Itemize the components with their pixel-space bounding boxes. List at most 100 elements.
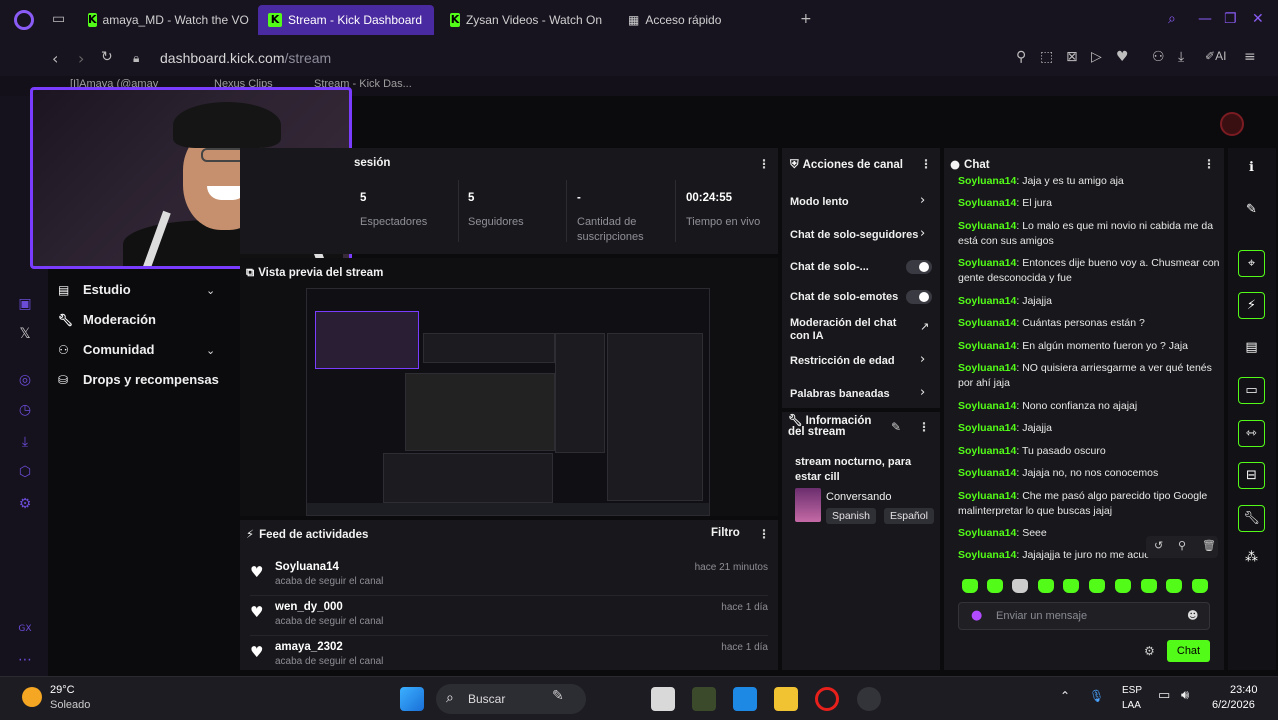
kebab-menu-icon[interactable]: ⋮ — [918, 420, 930, 434]
wrench-icon[interactable]: 🔧︎ — [1238, 505, 1265, 532]
emote-icon[interactable] — [962, 579, 978, 593]
opera-logo-icon[interactable] — [14, 10, 34, 30]
more-icon[interactable]: ⋯ — [16, 652, 34, 670]
download-icon[interactable]: ⤓ — [1178, 49, 1184, 65]
chevron-right-icon[interactable]: › — [920, 226, 925, 241]
mail-icon[interactable] — [733, 687, 757, 711]
heart-icon[interactable]: ♥ — [1116, 49, 1129, 65]
chevron-right-icon[interactable]: › — [920, 193, 925, 208]
tab-island-icon[interactable]: ▭ — [52, 11, 65, 27]
layout-icon[interactable]: ⊟ — [1238, 462, 1265, 489]
external-link-icon[interactable]: ↗ — [920, 320, 929, 333]
new-tab-icon[interactable]: + — [800, 11, 812, 27]
split-icon[interactable]: ⇿ — [1238, 420, 1265, 447]
chevron-down-icon[interactable]: ⌄ — [206, 344, 215, 357]
chat-message[interactable]: Soyluana14: Cuántas personas están ? — [958, 316, 1220, 331]
filter-button[interactable]: Filtro — [711, 527, 740, 539]
nav-drops[interactable]: ⛁ Drops y recompensas — [58, 372, 219, 387]
close-icon[interactable]: ✕ — [1252, 11, 1264, 27]
reload-icon[interactable]: ↻ — [101, 49, 113, 65]
history-icon[interactable]: ◷ — [16, 402, 34, 420]
back-icon[interactable]: ‹ — [52, 49, 58, 68]
taskbar-search[interactable]: ⌕ Buscar ✎ — [436, 684, 586, 714]
emote-icon[interactable] — [1038, 579, 1054, 593]
chat-message[interactable]: Soyluana14: Jajajja — [958, 421, 1220, 436]
volume-icon[interactable]: 🔊︎ — [1181, 688, 1189, 703]
kebab-menu-icon[interactable]: ⋮ — [758, 157, 770, 171]
steam-icon[interactable] — [857, 687, 881, 711]
mic-icon[interactable]: ● — [971, 608, 982, 623]
search-tabs-icon[interactable]: ⌕ — [1168, 11, 1176, 27]
opera-gx-icon[interactable] — [815, 687, 839, 711]
tab-acceso-rapido[interactable]: ▦ Acceso rápido — [618, 5, 788, 35]
chat-message[interactable]: Soyluana14: Jajajja — [958, 294, 1220, 309]
chat-message-input[interactable]: ● Enviar un mensaje ☻ — [958, 602, 1210, 630]
feed-item[interactable]: ♥ amaya_2302 acaba de seguir el canal ha… — [250, 641, 770, 681]
gx-icon[interactable]: GX — [16, 624, 34, 642]
emote-icon[interactable] — [1063, 579, 1079, 593]
chat-icon[interactable]: ▭ — [1238, 377, 1265, 404]
task-view-icon[interactable] — [651, 687, 675, 711]
minimize-icon[interactable]: — — [1198, 11, 1212, 27]
action-followers-only[interactable]: Chat de solo-seguidores — [790, 229, 934, 242]
chat-message[interactable]: Soyluana14: Jajajajja te juro no me acue… — [958, 548, 1158, 563]
chat-message[interactable]: Soyluana14: Nono confianza no ajajaj — [958, 399, 1220, 414]
tag[interactable]: Spanish — [826, 508, 876, 524]
chevron-up-icon[interactable]: ⌃ — [1060, 689, 1070, 703]
tag[interactable]: Español — [884, 508, 934, 524]
emote-picker-icon[interactable]: ☻ — [1187, 609, 1198, 622]
aria-ai-button[interactable]: ✐AI — [1205, 49, 1226, 63]
chat-message[interactable]: Soyluana14: Jaja y es tu amigo aja — [958, 174, 1220, 189]
pin-icon[interactable]: ⚲ — [1178, 539, 1186, 552]
action-age-restriction[interactable]: Restricción de edad — [790, 355, 934, 368]
chat-message[interactable]: Soyluana14: Entonces dije bueno voy a. C… — [958, 256, 1220, 286]
profile-icon[interactable]: ⚇ — [1152, 49, 1165, 65]
nav-estudio[interactable]: ▤ Estudio — [58, 282, 131, 297]
chat-message[interactable]: Soyluana14: NO quisiera arriesgarme a ve… — [958, 361, 1220, 391]
pencil-icon[interactable]: ✎ — [1238, 197, 1265, 224]
chat-message[interactable]: Soyluana14: Lo malo es que mi novio ni c… — [958, 219, 1220, 249]
player-icon[interactable]: ▷ — [1091, 49, 1102, 65]
channel-avatar[interactable] — [1220, 112, 1244, 136]
weather-desc[interactable]: Soleado — [50, 699, 90, 711]
weather-temp[interactable]: 29°C — [50, 684, 75, 696]
apps-icon[interactable]: ⁂ — [1238, 545, 1265, 572]
trash-icon[interactable]: 🗑︎ — [1202, 539, 1216, 552]
edit-icon[interactable]: ✎ — [891, 420, 901, 434]
emote-icon[interactable] — [1012, 579, 1028, 593]
emote-icon[interactable] — [1141, 579, 1157, 593]
target-icon[interactable]: ⌖ — [1238, 250, 1265, 277]
document-icon[interactable]: ▤ — [1238, 335, 1265, 362]
windows-start-icon[interactable] — [400, 687, 424, 711]
send-chat-button[interactable]: Chat — [1167, 640, 1210, 662]
snapshot-icon[interactable]: ⬚ — [1040, 49, 1053, 65]
clock-time[interactable]: 23:40 — [1230, 684, 1258, 696]
action-slow-mode[interactable]: Modo lento — [790, 196, 934, 209]
chat-message[interactable]: Soyluana14: En algún momento fueron yo ?… — [958, 339, 1220, 354]
kebab-menu-icon[interactable]: ⋮ — [920, 157, 932, 171]
stream-preview-video[interactable] — [306, 288, 710, 516]
subs-only-toggle[interactable] — [906, 260, 932, 274]
action-ai-moderation[interactable]: Moderación del chat con IA — [790, 317, 910, 343]
twitch-icon[interactable]: ▣ — [16, 296, 34, 314]
clock-date[interactable]: 6/2/2026 — [1212, 699, 1255, 711]
app-icon[interactable] — [692, 687, 716, 711]
mic-icon[interactable]: 🎙︎ — [1089, 689, 1104, 703]
bolt-icon[interactable]: ⚡︎ — [1238, 292, 1265, 319]
adblock-icon[interactable]: ⊠ — [1066, 49, 1078, 65]
forward-icon[interactable]: › — [78, 49, 84, 68]
keyboard-layout[interactable]: LAA — [1122, 700, 1141, 711]
info-icon[interactable]: ℹ — [1238, 155, 1265, 182]
settings-icon[interactable]: ⚙ — [16, 496, 34, 514]
kebab-menu-icon[interactable]: ⋮ — [758, 527, 770, 541]
kebab-menu-icon[interactable]: ⋮ — [1203, 157, 1215, 171]
chat-message[interactable]: Soyluana14: Tu pasado oscuro — [958, 444, 1220, 459]
nav-moderacion[interactable]: 🔧︎ Moderación — [58, 312, 156, 327]
chevron-down-icon[interactable]: ⌄ — [206, 284, 215, 297]
url-field[interactable]: dashboard.kick.com/stream — [160, 50, 331, 66]
tab-zysan[interactable]: K Zysan Videos - Watch On — [440, 5, 612, 35]
menu-icon[interactable]: ≡ — [1244, 49, 1256, 65]
network-icon[interactable]: ▭ — [1158, 688, 1170, 703]
chat-message[interactable]: Soyluana14: El jura — [958, 196, 1220, 211]
emote-icon[interactable] — [987, 579, 1003, 593]
